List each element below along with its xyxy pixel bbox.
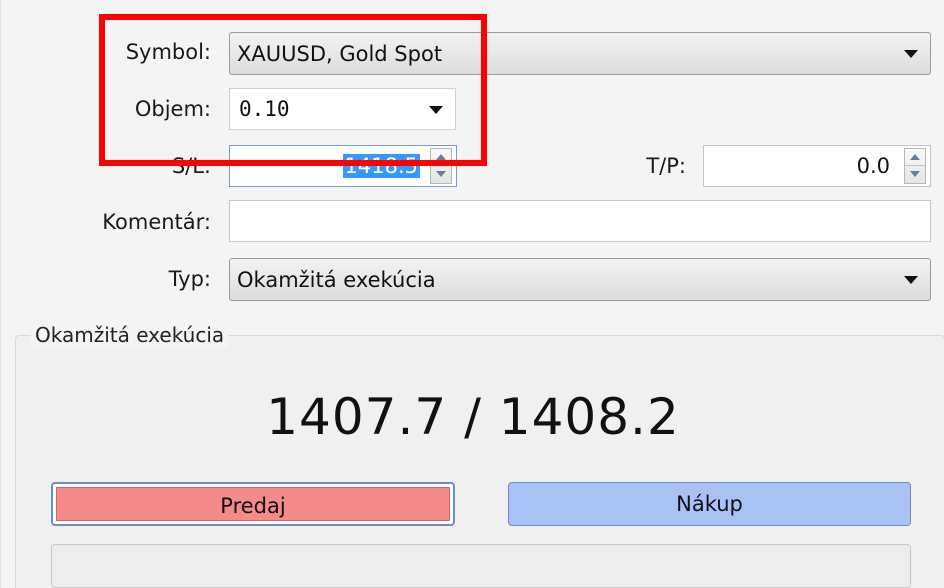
- tp-spinner-up[interactable]: [905, 149, 925, 166]
- tp-spinner-down[interactable]: [905, 166, 925, 183]
- comment-label: Komentár:: [102, 210, 211, 234]
- type-label: Typ:: [168, 267, 211, 291]
- order-dialog: Symbol: XAUUSD, Gold Spot Objem: 0.10 S/…: [0, 0, 944, 588]
- arrow-down-icon: [910, 171, 920, 177]
- price-quote: 1407.7 / 1408.2: [266, 388, 680, 446]
- arrow-down-icon: [436, 171, 446, 177]
- sl-spinner-down[interactable]: [431, 166, 451, 183]
- chevron-down-icon: [904, 50, 918, 58]
- highlight-box: [99, 14, 487, 166]
- arrow-up-icon: [910, 154, 920, 160]
- chevron-down-icon: [904, 276, 918, 284]
- sell-button[interactable]: Predaj: [51, 482, 455, 526]
- sell-button-label: Predaj: [56, 487, 450, 521]
- execution-group-title: Okamžitá exekúcia: [31, 323, 229, 347]
- type-value: Okamžitá exekúcia: [237, 268, 436, 292]
- comment-input[interactable]: [229, 200, 931, 242]
- tp-value: 0.0: [856, 154, 890, 178]
- type-select[interactable]: Okamžitá exekúcia: [229, 258, 931, 301]
- status-bar: [51, 544, 911, 588]
- buy-button[interactable]: Nákup: [508, 482, 911, 526]
- tp-input[interactable]: 0.0: [703, 145, 931, 187]
- tp-spinner[interactable]: [904, 148, 926, 184]
- tp-label: T/P:: [646, 154, 686, 178]
